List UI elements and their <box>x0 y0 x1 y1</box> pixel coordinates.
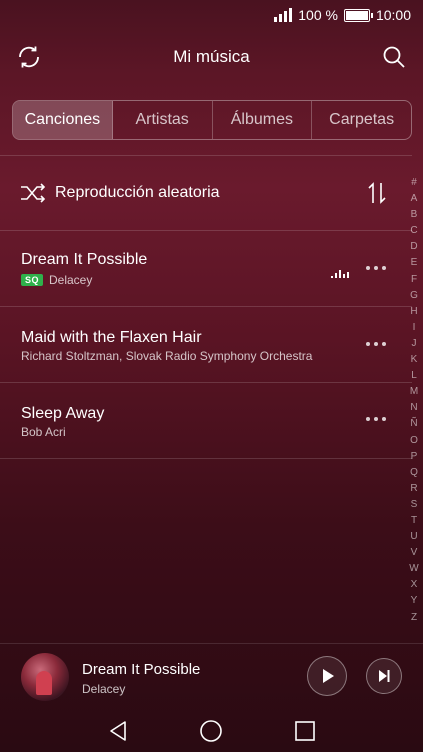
now-playing-title: Dream It Possible <box>82 661 201 678</box>
page-title: Mi música <box>173 47 250 66</box>
index-letter[interactable]: Q <box>410 465 418 481</box>
index-letter[interactable]: Ñ <box>410 416 417 432</box>
tab-carpetas[interactable]: Carpetas <box>312 101 411 139</box>
index-letter[interactable]: U <box>410 529 417 545</box>
index-letter[interactable]: B <box>411 207 418 223</box>
status-bar: 100 % 10:00 <box>0 0 423 30</box>
play-button[interactable] <box>307 656 347 696</box>
song-title: Dream It Possible <box>21 251 148 268</box>
tab-canciones[interactable]: Canciones <box>13 101 113 139</box>
index-letter[interactable]: O <box>410 433 418 449</box>
song-artist: Bob Acri <box>21 425 66 439</box>
index-letter[interactable]: M <box>410 384 418 400</box>
index-letter[interactable]: E <box>411 255 418 271</box>
now-playing-bar[interactable]: Dream It Possible Delacey <box>0 643 423 709</box>
index-letter[interactable]: H <box>410 304 417 320</box>
divider <box>0 458 412 459</box>
song-title: Maid with the Flaxen Hair <box>21 329 202 346</box>
sort-icon[interactable] <box>366 181 388 205</box>
index-letter[interactable]: # <box>411 175 417 191</box>
tab-albumes[interactable]: Álbumes <box>213 101 313 139</box>
song-row[interactable]: Maid with the Flaxen Hair Richard Stoltz… <box>0 307 412 383</box>
index-letter[interactable]: A <box>411 191 418 207</box>
search-icon[interactable] <box>381 44 407 70</box>
play-icon <box>322 668 334 683</box>
index-letter[interactable]: P <box>411 449 418 465</box>
battery-icon <box>343 8 373 22</box>
home-icon[interactable] <box>199 719 223 743</box>
sq-badge: SQ <box>21 274 43 286</box>
index-letter[interactable]: W <box>409 561 418 577</box>
index-letter[interactable]: N <box>410 400 417 416</box>
shuffle-icon <box>21 183 46 203</box>
index-letter[interactable]: S <box>411 497 418 513</box>
battery-percent: 100 % <box>298 7 338 23</box>
index-letter[interactable]: R <box>410 481 417 497</box>
tab-bar: Canciones Artistas Álbumes Carpetas <box>12 100 412 140</box>
clock: 10:00 <box>375 7 411 23</box>
index-letter[interactable]: Y <box>411 593 418 609</box>
song-artist: Richard Stoltzman, Slovak Radio Symphony… <box>21 349 313 363</box>
album-art <box>21 653 69 701</box>
index-letter[interactable]: K <box>411 352 418 368</box>
song-row[interactable]: Dream It Possible SQ Delacey <box>0 231 412 307</box>
signal-icon <box>274 8 293 22</box>
system-nav-bar <box>0 709 423 752</box>
song-artist: Delacey <box>49 273 93 287</box>
more-options-icon[interactable] <box>366 342 386 348</box>
index-letter[interactable]: I <box>413 320 416 336</box>
next-button[interactable] <box>366 658 402 694</box>
index-letter[interactable]: V <box>411 545 418 561</box>
index-letter[interactable]: X <box>411 577 418 593</box>
now-playing-artist: Delacey <box>82 682 126 696</box>
index-letter[interactable]: G <box>410 288 418 304</box>
index-letter[interactable]: D <box>410 239 417 255</box>
song-title: Sleep Away <box>21 405 105 422</box>
shuffle-label: Reproducción aleatoria <box>55 184 220 201</box>
index-letter[interactable]: T <box>411 513 417 529</box>
index-letter[interactable]: J <box>412 336 417 352</box>
index-letter[interactable]: F <box>411 272 417 288</box>
shuffle-all-row[interactable]: Reproducción aleatoria <box>0 160 412 230</box>
more-options-icon[interactable] <box>366 266 386 272</box>
index-letter[interactable]: L <box>411 368 417 384</box>
header: Mi música <box>0 36 423 78</box>
sync-icon[interactable] <box>16 44 42 70</box>
index-letter[interactable]: Z <box>411 610 417 626</box>
alphabet-index[interactable]: # A B C D E F G H I J K L M N Ñ O P Q R S T U V W X Y Z <box>405 175 423 626</box>
divider <box>0 155 412 156</box>
more-options-icon[interactable] <box>366 417 386 423</box>
recent-apps-icon[interactable] <box>293 719 317 743</box>
tab-artistas[interactable]: Artistas <box>113 101 213 139</box>
back-icon[interactable] <box>106 719 130 743</box>
skip-next-icon <box>378 669 389 682</box>
index-letter[interactable]: C <box>410 223 417 239</box>
song-row[interactable]: Sleep Away Bob Acri <box>0 383 412 459</box>
now-playing-equalizer-icon <box>331 270 349 278</box>
